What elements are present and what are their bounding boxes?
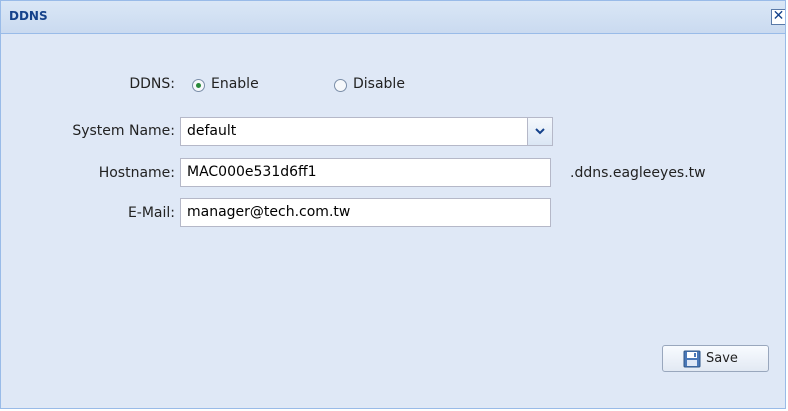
radio-selected-dot — [196, 83, 201, 88]
dialog-title: DDNS — [9, 9, 48, 23]
ddns-label: DDNS: — [129, 76, 175, 92]
disable-radio-label[interactable]: Disable — [353, 76, 405, 92]
save-button-label: Save — [706, 351, 738, 366]
email-value: manager@tech.com.tw — [187, 204, 351, 220]
enable-radio[interactable] — [192, 79, 205, 92]
system-name-dropdown-trigger[interactable] — [527, 118, 552, 145]
hostname-input[interactable]: MAC000e531d6ff1 — [180, 158, 551, 187]
disable-radio[interactable] — [334, 79, 347, 92]
close-icon: ✕ — [772, 8, 785, 24]
close-button[interactable]: ✕ — [771, 9, 785, 25]
hostname-label: Hostname: — [98, 165, 175, 181]
hostname-suffix: .ddns.eagleeyes.tw — [570, 165, 706, 181]
system-name-value: default — [187, 123, 237, 139]
system-name-label: System Name: — [72, 123, 175, 139]
save-button[interactable]: Save — [662, 345, 769, 372]
email-label: E-Mail: — [127, 205, 175, 221]
chevron-down-icon — [535, 127, 545, 134]
hostname-value: MAC000e531d6ff1 — [187, 164, 317, 180]
floppy-disk-icon — [683, 350, 701, 368]
email-input[interactable]: manager@tech.com.tw — [180, 198, 551, 227]
system-name-select[interactable]: default — [180, 117, 553, 146]
dialog-titlebar: DDNS ✕ — [1, 1, 785, 34]
enable-radio-label[interactable]: Enable — [211, 76, 259, 92]
